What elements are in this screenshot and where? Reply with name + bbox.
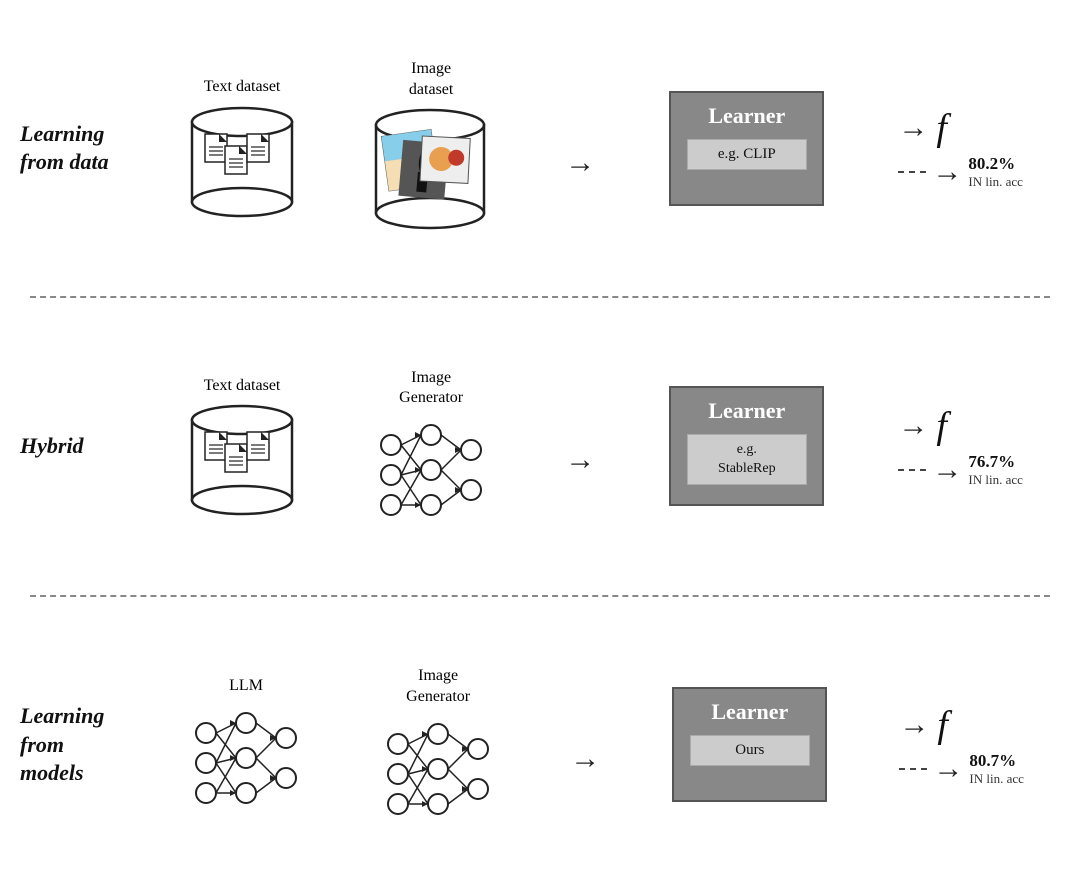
- dashed-line-1: [898, 171, 926, 173]
- image-gen-label-2: ImageGenerator: [399, 368, 463, 410]
- diagram-container: Learningfrom data Text dataset: [0, 0, 1080, 893]
- text-dataset-label-2: Text dataset: [204, 376, 281, 397]
- arrow-to-acc-1: →: [932, 155, 962, 189]
- learner-box-3: Learner Ours: [672, 687, 827, 802]
- image-dataset-label-1: Imagedataset: [409, 59, 453, 101]
- learner-group-1: Learner e.g. CLIP: [669, 91, 824, 206]
- learner-group-3: Learner Ours: [672, 687, 827, 802]
- arrow-to-f-3: →: [899, 708, 929, 742]
- llm-neural-net-3: [186, 703, 306, 813]
- dashed-line-3: [899, 768, 927, 770]
- arrow-2: →: [565, 443, 595, 477]
- image-gen-group-3: ImageGenerator: [378, 666, 498, 824]
- acc-num-1: 80.2%: [968, 154, 1015, 174]
- acc-text-3: IN lin. acc: [969, 771, 1024, 787]
- learner-group-2: Learner e.g.StableRep: [669, 386, 824, 506]
- f-symbol-1: f: [936, 106, 947, 150]
- learner-box-2: Learner e.g.StableRep: [669, 386, 824, 506]
- acc-text-1: IN lin. acc: [968, 174, 1023, 190]
- image-gen-group-2: ImageGenerator: [371, 368, 491, 526]
- f-output-2: → f: [898, 404, 1023, 448]
- learner-inner-2: e.g.StableRep: [687, 434, 807, 484]
- learner-title-1: Learner: [708, 103, 785, 129]
- f-symbol-3: f: [937, 703, 948, 747]
- row-hybrid: Hybrid Text dataset: [0, 298, 1080, 594]
- text-cylinder-1: [187, 104, 297, 219]
- row-label-2: Hybrid: [0, 432, 150, 461]
- output-group-1: → f → 80.2% IN lin. acc: [898, 106, 1023, 190]
- text-cylinder-2: [187, 402, 297, 517]
- acc-block-1: 80.2% IN lin. acc: [968, 154, 1023, 190]
- text-dataset-group-1: Text dataset: [187, 77, 297, 219]
- row-learning-from-data: Learningfrom data Text dataset: [0, 0, 1080, 296]
- row-items-3: LLM: [150, 666, 1080, 824]
- arrow-1: →: [565, 146, 595, 180]
- arrow-3: →: [570, 742, 600, 776]
- acc-row-3: → 80.7% IN lin. acc: [899, 751, 1024, 787]
- f-symbol-2: f: [936, 404, 947, 448]
- llm-group-3: LLM: [186, 676, 306, 813]
- acc-block-3: 80.7% IN lin. acc: [969, 751, 1024, 787]
- acc-row-2: → 76.7% IN lin. acc: [898, 452, 1023, 488]
- acc-block-2: 76.7% IN lin. acc: [968, 452, 1023, 488]
- image-dataset-group-1: Imagedataset: [371, 59, 491, 237]
- arrow-to-f-2: →: [898, 409, 928, 443]
- acc-num-2: 76.7%: [968, 452, 1015, 472]
- learner-inner-3: Ours: [690, 735, 810, 766]
- acc-row-1: → 80.2% IN lin. acc: [898, 154, 1023, 190]
- arrow-to-acc-2: →: [932, 453, 962, 487]
- row-label-3: Learningfrommodels: [0, 702, 150, 788]
- acc-text-2: IN lin. acc: [968, 472, 1023, 488]
- row-items-1: Text dataset: [150, 59, 1080, 237]
- text-dataset-label-1: Text dataset: [204, 77, 281, 98]
- dashed-line-2: [898, 469, 926, 471]
- arrow-to-acc-3: →: [933, 752, 963, 786]
- f-output-3: → f: [899, 703, 1024, 747]
- f-output-1: → f: [898, 106, 1023, 150]
- output-group-3: → f → 80.7% IN lin. acc: [899, 703, 1024, 787]
- learner-inner-1: e.g. CLIP: [687, 139, 807, 170]
- row-learning-from-models: Learningfrommodels LLM: [0, 597, 1080, 893]
- acc-num-3: 80.7%: [969, 751, 1016, 771]
- row-label-1: Learningfrom data: [0, 120, 150, 177]
- neural-net-2: [371, 415, 491, 525]
- text-dataset-group-2: Text dataset: [187, 376, 297, 518]
- learner-title-3: Learner: [711, 699, 788, 725]
- image-cylinder-1: [371, 107, 491, 237]
- neural-net-3: [378, 714, 498, 824]
- image-gen-label-3: ImageGenerator: [406, 666, 470, 708]
- learner-box-1: Learner e.g. CLIP: [669, 91, 824, 206]
- llm-label-3: LLM: [229, 676, 263, 697]
- arrow-to-f-1: →: [898, 111, 928, 145]
- row-items-2: Text dataset: [150, 368, 1080, 526]
- output-group-2: → f → 76.7% IN lin. acc: [898, 404, 1023, 488]
- learner-title-2: Learner: [708, 398, 785, 424]
